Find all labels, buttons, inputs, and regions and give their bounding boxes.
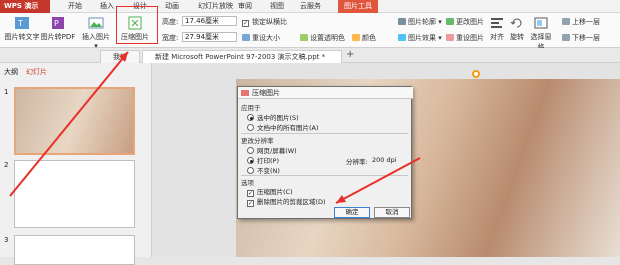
annotation-arrow — [335, 157, 421, 204]
annotation-arrow — [9, 51, 129, 197]
annotation-arrows — [9, 51, 421, 204]
